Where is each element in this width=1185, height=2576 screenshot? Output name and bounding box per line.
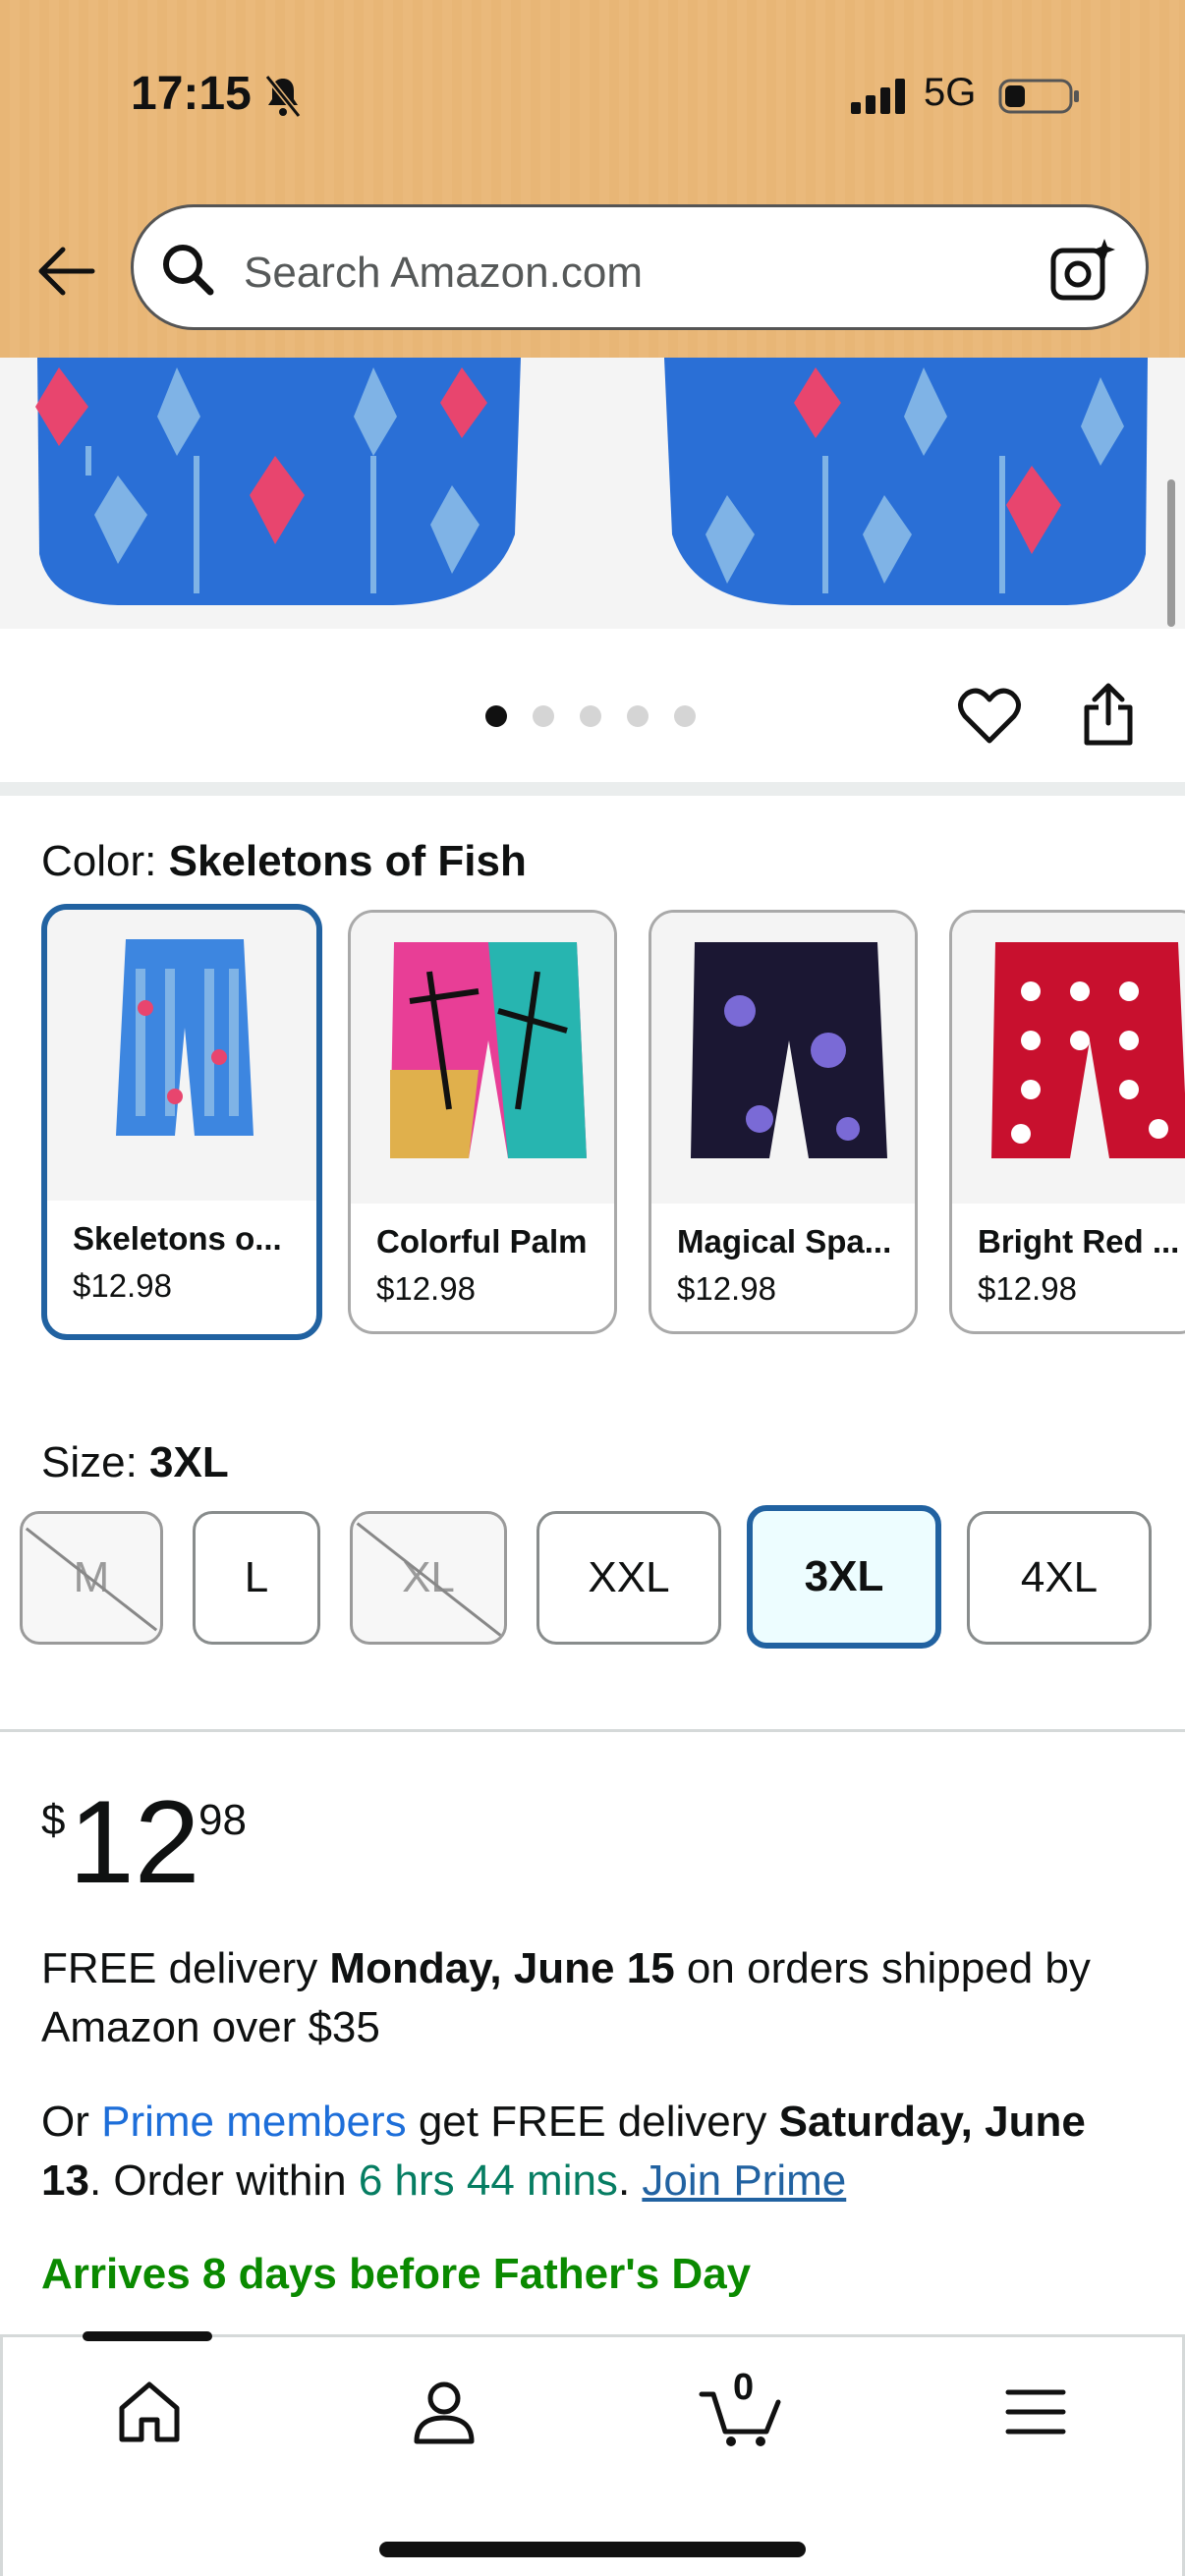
swatch-image [651, 913, 915, 1204]
price-whole: 12 [69, 1776, 200, 1908]
delivery-info: FREE delivery Monday, June 15 on orders … [41, 1944, 1091, 2051]
swatch-price: $12.98 [978, 1270, 1077, 1307]
prime-members-link[interactable]: Prime members [101, 2098, 407, 2146]
active-tab-indicator [83, 2331, 212, 2341]
size-option-l[interactable]: L [193, 1511, 320, 1645]
swatch-name: Skeletons o... [73, 1220, 282, 1257]
heart-icon[interactable] [957, 684, 1022, 749]
menu-icon[interactable] [998, 2375, 1073, 2449]
carousel-dot[interactable] [533, 705, 554, 727]
arrives-message: Arrives 8 days before Father's Day [41, 2250, 752, 2298]
header: 17:15 5G Search Amazon.com [0, 0, 1185, 358]
join-prime-link[interactable]: Join Prime [642, 2156, 846, 2205]
color-option-bright-red[interactable]: Bright Red ... $12.98 [949, 910, 1185, 1334]
size-option-4xl[interactable]: 4XL [967, 1511, 1152, 1645]
size-option-m[interactable]: M [20, 1511, 163, 1645]
size-selected-value: 3XL [149, 1438, 229, 1486]
status-time: 17:15 [131, 68, 252, 120]
section-divider [0, 782, 1185, 796]
color-option-magical-space[interactable]: Magical Spa... $12.98 [649, 910, 918, 1334]
size-option-xl[interactable]: XL [350, 1511, 507, 1645]
home-icon[interactable] [112, 2375, 187, 2449]
swatch-price: $12.98 [73, 1267, 172, 1304]
scrollbar[interactable] [1167, 479, 1175, 627]
signal-icon [851, 79, 905, 114]
carousel-dot[interactable] [627, 705, 649, 727]
search-icon [163, 245, 214, 296]
swatch-price: $12.98 [376, 1270, 476, 1307]
product-photo-shorts [35, 358, 1148, 605]
size-option-3xl[interactable]: 3XL [747, 1505, 941, 1649]
swatch-image [952, 913, 1185, 1204]
share-icon[interactable] [1079, 682, 1138, 747]
frame-edge [0, 2334, 3, 2576]
bottom-nav: 0 [0, 2331, 1185, 2576]
color-heading: Color: Skeletons of Fish [41, 837, 527, 885]
back-arrow-icon[interactable] [35, 242, 96, 301]
swatch-name: Magical Spa... [677, 1223, 892, 1260]
swatch-image [351, 913, 614, 1204]
search-input[interactable]: Search Amazon.com [244, 249, 643, 298]
carousel-dot[interactable] [674, 705, 696, 727]
carousel-dot[interactable] [485, 705, 507, 727]
account-icon[interactable] [407, 2375, 481, 2449]
color-option-skeletons-of-fish[interactable]: Skeletons o... $12.98 [41, 904, 322, 1340]
price-currency: $ [41, 1796, 66, 1844]
battery-icon [998, 79, 1079, 114]
size-heading: Size: 3XL [41, 1438, 229, 1486]
color-option-colorful-palm[interactable]: Colorful Palm $12.98 [348, 910, 617, 1334]
network-type: 5G [924, 71, 977, 114]
color-selected-value: Skeletons of Fish [168, 837, 527, 885]
cart-count: 0 [733, 2367, 755, 2408]
product-image[interactable] [0, 358, 1185, 629]
swatch-name: Colorful Palm [376, 1223, 588, 1260]
bell-muted-icon [264, 75, 302, 118]
camera-lens-icon[interactable] [1047, 235, 1118, 306]
home-indicator[interactable] [379, 2542, 806, 2557]
search-bar[interactable]: Search Amazon.com [131, 204, 1149, 330]
carousel-dot[interactable] [580, 705, 601, 727]
price-fraction: 98 [198, 1796, 247, 1844]
image-carousel-dots[interactable] [485, 705, 696, 727]
swatch-image [47, 910, 316, 1201]
prime-delivery-info: Or Prime members get FREE delivery Satur… [41, 2098, 1086, 2205]
order-countdown: 6 hrs 44 mins [358, 2156, 618, 2205]
section-divider [0, 1729, 1185, 1732]
swatch-name: Bright Red ... [978, 1223, 1180, 1260]
size-option-xxl[interactable]: XXL [536, 1511, 721, 1645]
swatch-price: $12.98 [677, 1270, 776, 1307]
